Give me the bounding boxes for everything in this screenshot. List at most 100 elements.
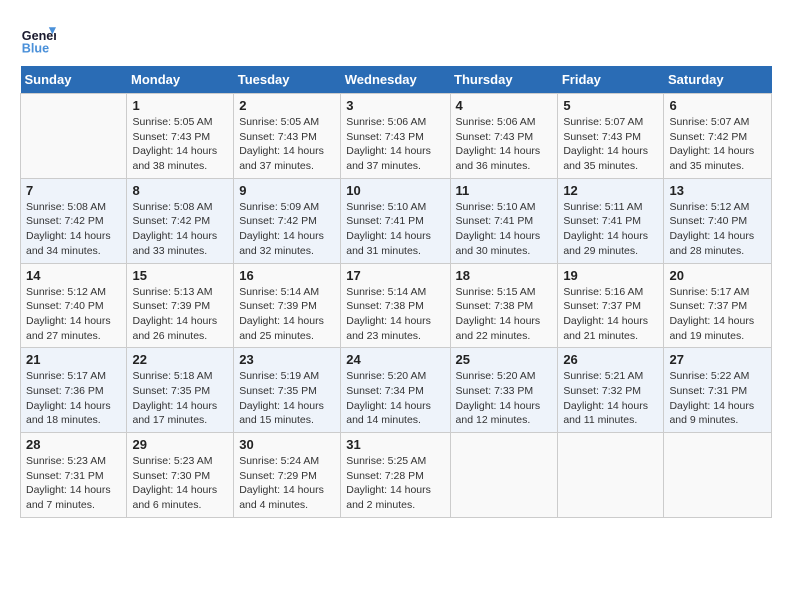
day-cell [450,433,558,518]
day-number: 27 [669,352,766,367]
day-cell: 18 Sunrise: 5:15 AM Sunset: 7:38 PM Dayli… [450,263,558,348]
day-info: Sunrise: 5:14 AM Sunset: 7:39 PM Dayligh… [239,285,335,344]
col-header-wednesday: Wednesday [341,66,450,94]
day-cell: 17 Sunrise: 5:14 AM Sunset: 7:38 PM Dayli… [341,263,450,348]
day-cell: 13 Sunrise: 5:12 AM Sunset: 7:40 PM Dayli… [664,178,772,263]
day-info: Sunrise: 5:14 AM Sunset: 7:38 PM Dayligh… [346,285,444,344]
day-info: Sunrise: 5:12 AM Sunset: 7:40 PM Dayligh… [26,285,121,344]
day-cell: 20 Sunrise: 5:17 AM Sunset: 7:37 PM Dayli… [664,263,772,348]
day-info: Sunrise: 5:17 AM Sunset: 7:37 PM Dayligh… [669,285,766,344]
day-number: 31 [346,437,444,452]
logo: General Blue [20,20,60,56]
day-number: 6 [669,98,766,113]
col-header-tuesday: Tuesday [234,66,341,94]
day-cell: 26 Sunrise: 5:21 AM Sunset: 7:32 PM Dayli… [558,348,664,433]
day-number: 26 [563,352,658,367]
day-cell: 31 Sunrise: 5:25 AM Sunset: 7:28 PM Dayli… [341,433,450,518]
day-number: 22 [132,352,228,367]
day-cell: 16 Sunrise: 5:14 AM Sunset: 7:39 PM Dayli… [234,263,341,348]
day-info: Sunrise: 5:06 AM Sunset: 7:43 PM Dayligh… [456,115,553,174]
logo-icon: General Blue [20,20,56,56]
day-number: 15 [132,268,228,283]
day-info: Sunrise: 5:07 AM Sunset: 7:43 PM Dayligh… [563,115,658,174]
day-cell: 3 Sunrise: 5:06 AM Sunset: 7:43 PM Daylig… [341,94,450,179]
day-cell: 27 Sunrise: 5:22 AM Sunset: 7:31 PM Dayli… [664,348,772,433]
week-row-1: 1 Sunrise: 5:05 AM Sunset: 7:43 PM Daylig… [21,94,772,179]
day-number: 18 [456,268,553,283]
day-info: Sunrise: 5:07 AM Sunset: 7:42 PM Dayligh… [669,115,766,174]
day-info: Sunrise: 5:12 AM Sunset: 7:40 PM Dayligh… [669,200,766,259]
day-info: Sunrise: 5:05 AM Sunset: 7:43 PM Dayligh… [132,115,228,174]
day-number: 3 [346,98,444,113]
day-number: 24 [346,352,444,367]
day-info: Sunrise: 5:23 AM Sunset: 7:31 PM Dayligh… [26,454,121,513]
day-number: 11 [456,183,553,198]
day-cell: 11 Sunrise: 5:10 AM Sunset: 7:41 PM Dayli… [450,178,558,263]
day-cell: 5 Sunrise: 5:07 AM Sunset: 7:43 PM Daylig… [558,94,664,179]
day-cell: 1 Sunrise: 5:05 AM Sunset: 7:43 PM Daylig… [127,94,234,179]
day-number: 25 [456,352,553,367]
day-cell: 19Sunrise: 5:16 AM Sunset: 7:37 PM Dayli… [558,263,664,348]
day-info: Sunrise: 5:19 AM Sunset: 7:35 PM Dayligh… [239,369,335,428]
day-info: Sunrise: 5:06 AM Sunset: 7:43 PM Dayligh… [346,115,444,174]
day-number: 5 [563,98,658,113]
day-cell: 15Sunrise: 5:13 AM Sunset: 7:39 PM Dayli… [127,263,234,348]
day-info: Sunrise: 5:20 AM Sunset: 7:34 PM Dayligh… [346,369,444,428]
day-number: 19 [563,268,658,283]
day-cell: 22 Sunrise: 5:18 AM Sunset: 7:35 PM Dayli… [127,348,234,433]
day-number: 8 [132,183,228,198]
col-header-saturday: Saturday [664,66,772,94]
day-cell: 10 Sunrise: 5:10 AM Sunset: 7:41 PM Dayli… [341,178,450,263]
day-info: Sunrise: 5:08 AM Sunset: 7:42 PM Dayligh… [132,200,228,259]
week-row-5: 28Sunrise: 5:23 AM Sunset: 7:31 PM Dayli… [21,433,772,518]
day-number: 7 [26,183,121,198]
day-cell: 7Sunrise: 5:08 AM Sunset: 7:42 PM Daylig… [21,178,127,263]
day-info: Sunrise: 5:25 AM Sunset: 7:28 PM Dayligh… [346,454,444,513]
day-cell: 2Sunrise: 5:05 AM Sunset: 7:43 PM Daylig… [234,94,341,179]
day-info: Sunrise: 5:23 AM Sunset: 7:30 PM Dayligh… [132,454,228,513]
day-number: 13 [669,183,766,198]
day-cell: 14 Sunrise: 5:12 AM Sunset: 7:40 PM Dayli… [21,263,127,348]
day-cell: 30Sunrise: 5:24 AM Sunset: 7:29 PM Dayli… [234,433,341,518]
day-cell: 23Sunrise: 5:19 AM Sunset: 7:35 PM Dayli… [234,348,341,433]
page-header: General Blue [20,20,772,56]
day-info: Sunrise: 5:24 AM Sunset: 7:29 PM Dayligh… [239,454,335,513]
day-cell [21,94,127,179]
day-info: Sunrise: 5:17 AM Sunset: 7:36 PM Dayligh… [26,369,121,428]
day-cell: 29Sunrise: 5:23 AM Sunset: 7:30 PM Dayli… [127,433,234,518]
week-row-3: 14 Sunrise: 5:12 AM Sunset: 7:40 PM Dayli… [21,263,772,348]
day-number: 4 [456,98,553,113]
day-info: Sunrise: 5:20 AM Sunset: 7:33 PM Dayligh… [456,369,553,428]
day-info: Sunrise: 5:10 AM Sunset: 7:41 PM Dayligh… [456,200,553,259]
day-cell: 24 Sunrise: 5:20 AM Sunset: 7:34 PM Dayli… [341,348,450,433]
day-cell: 4 Sunrise: 5:06 AM Sunset: 7:43 PM Daylig… [450,94,558,179]
day-info: Sunrise: 5:10 AM Sunset: 7:41 PM Dayligh… [346,200,444,259]
day-number: 14 [26,268,121,283]
calendar-header-row: SundayMondayTuesdayWednesdayThursdayFrid… [21,66,772,94]
day-info: Sunrise: 5:15 AM Sunset: 7:38 PM Dayligh… [456,285,553,344]
day-number: 17 [346,268,444,283]
week-row-4: 21Sunrise: 5:17 AM Sunset: 7:36 PM Dayli… [21,348,772,433]
calendar-table: SundayMondayTuesdayWednesdayThursdayFrid… [20,66,772,518]
day-info: Sunrise: 5:09 AM Sunset: 7:42 PM Dayligh… [239,200,335,259]
day-info: Sunrise: 5:22 AM Sunset: 7:31 PM Dayligh… [669,369,766,428]
day-cell [558,433,664,518]
day-cell: 9 Sunrise: 5:09 AM Sunset: 7:42 PM Daylig… [234,178,341,263]
day-number: 10 [346,183,444,198]
day-number: 12 [563,183,658,198]
day-number: 16 [239,268,335,283]
day-info: Sunrise: 5:11 AM Sunset: 7:41 PM Dayligh… [563,200,658,259]
day-number: 1 [132,98,228,113]
day-cell: 6 Sunrise: 5:07 AM Sunset: 7:42 PM Daylig… [664,94,772,179]
day-info: Sunrise: 5:18 AM Sunset: 7:35 PM Dayligh… [132,369,228,428]
day-cell [664,433,772,518]
day-cell: 12 Sunrise: 5:11 AM Sunset: 7:41 PM Dayli… [558,178,664,263]
day-number: 9 [239,183,335,198]
day-cell: 25 Sunrise: 5:20 AM Sunset: 7:33 PM Dayli… [450,348,558,433]
day-info: Sunrise: 5:21 AM Sunset: 7:32 PM Dayligh… [563,369,658,428]
svg-text:Blue: Blue [22,41,49,55]
col-header-thursday: Thursday [450,66,558,94]
col-header-friday: Friday [558,66,664,94]
day-number: 20 [669,268,766,283]
day-number: 2 [239,98,335,113]
